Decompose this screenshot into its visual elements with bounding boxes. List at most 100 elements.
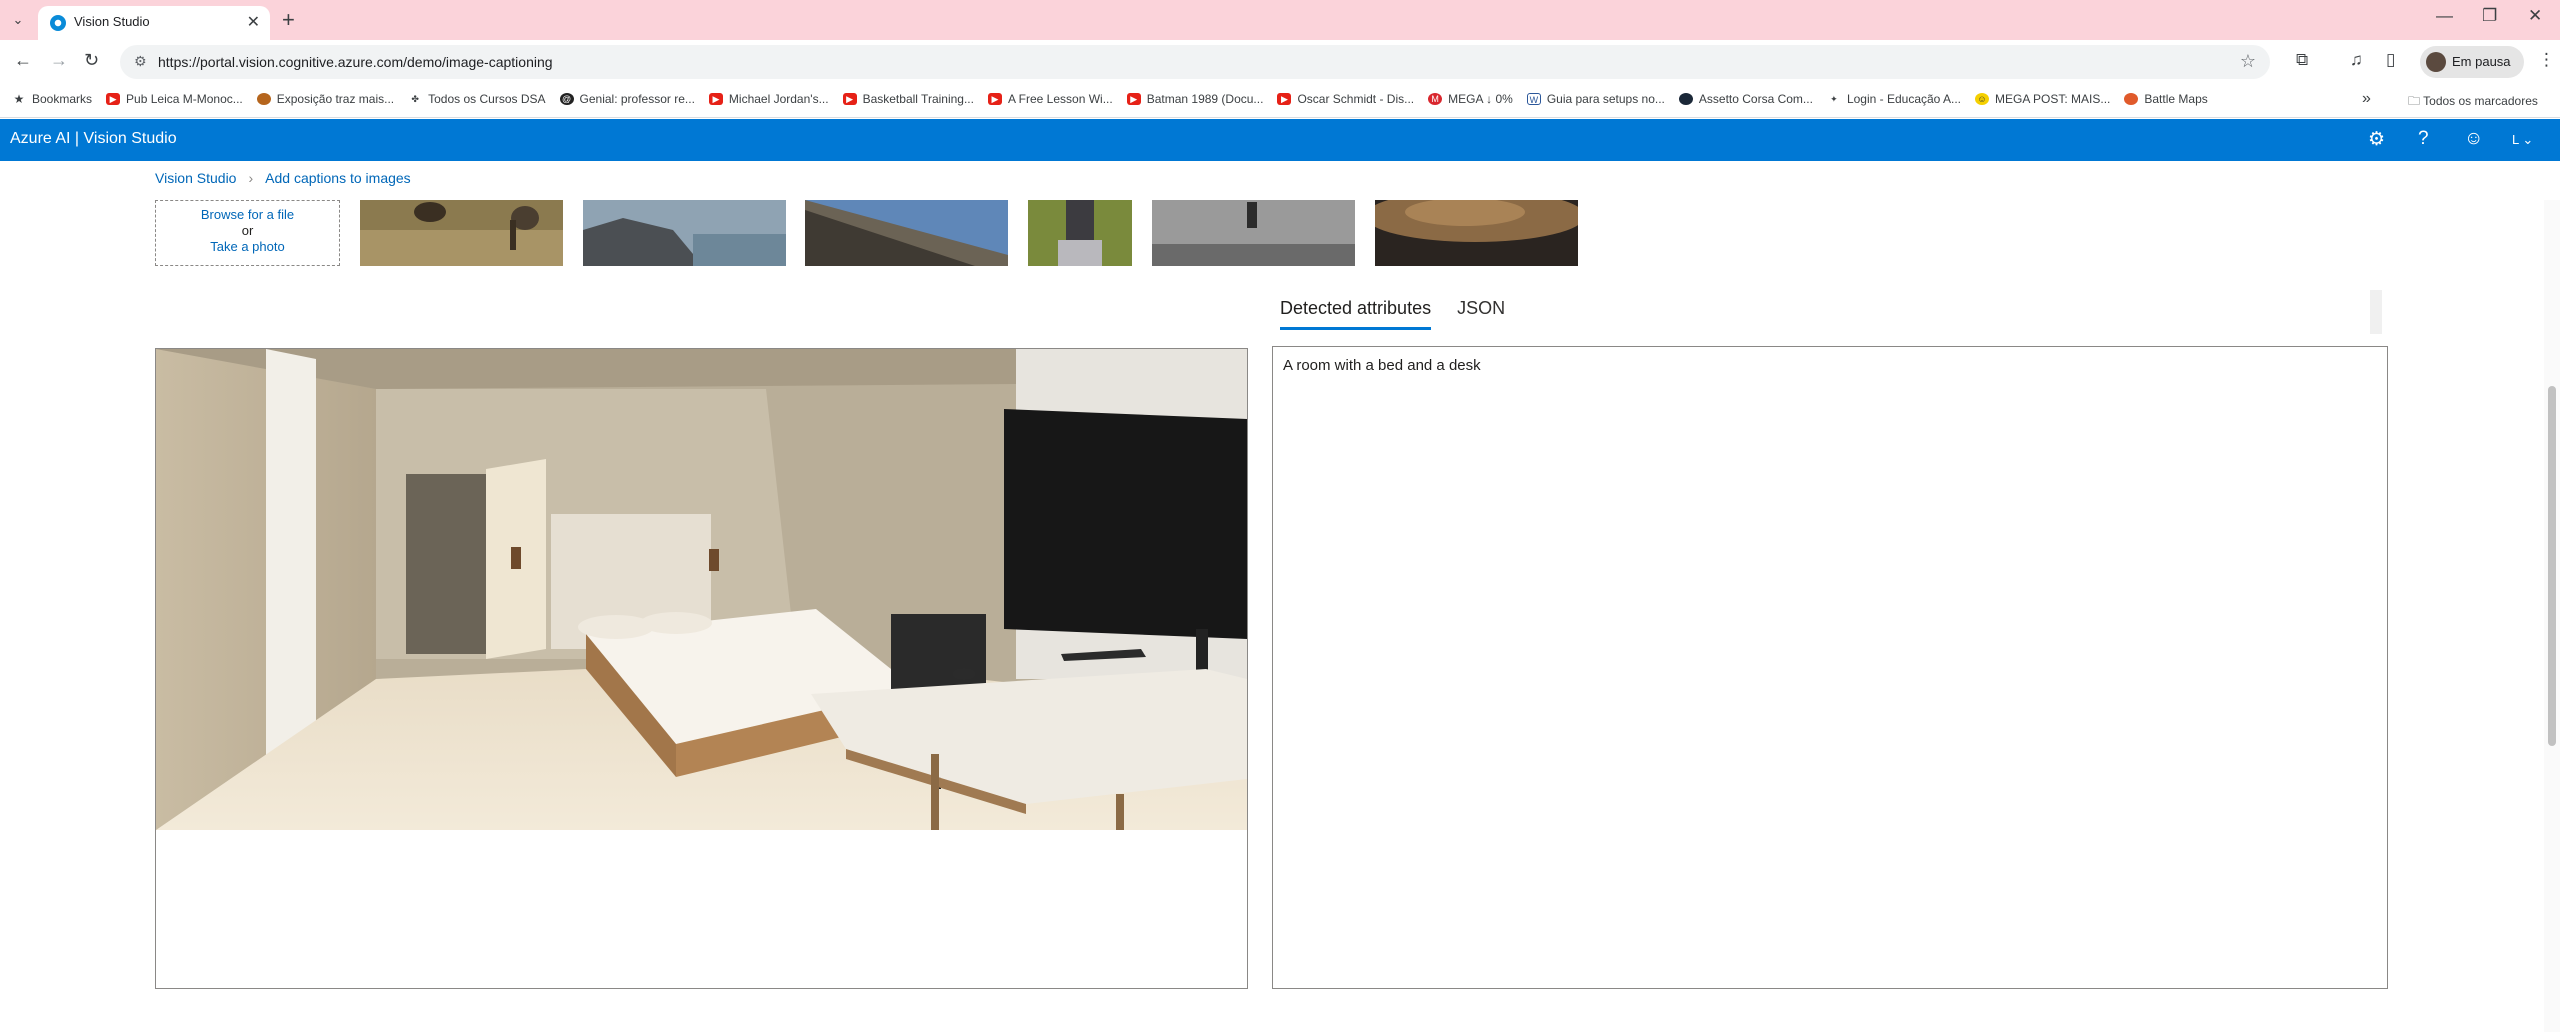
new-tab-icon[interactable]: + <box>282 7 295 33</box>
youtube-icon: ▶ <box>842 93 857 105</box>
caption-result: A room with a bed and a desk <box>1283 357 1481 374</box>
chevron-right-icon: › <box>248 170 254 186</box>
bookmark-list: ★ Bookmarks ▶ Pub Leica M-Monoc... Exposiç… <box>12 92 2208 106</box>
side-panel-icon[interactable]: ▯ <box>2386 50 2395 70</box>
bookmark-item[interactable]: ☺ MEGA POST: MAIS... <box>1975 92 2110 106</box>
tab-detected-attributes[interactable]: Detected attributes <box>1280 298 1432 330</box>
bookmark-item[interactable]: ▶ Pub Leica M-Monoc... <box>106 92 243 106</box>
chevron-down-icon: ⌄ <box>2522 132 2534 147</box>
breadcrumb-root[interactable]: Vision Studio <box>155 170 236 186</box>
youtube-icon: ▶ <box>708 93 723 105</box>
bookmarks-bar: ★ Bookmarks ▶ Pub Leica M-Monoc... Exposiç… <box>0 84 2560 118</box>
bookmark-label: Todos os Cursos DSA <box>428 92 546 106</box>
bookmark-item[interactable]: @ Genial: professor re... <box>559 92 695 106</box>
bookmark-label: Battle Maps <box>2144 92 2208 106</box>
avatar <box>2426 52 2446 72</box>
back-icon[interactable]: ← <box>14 50 32 71</box>
tab-title: Vision Studio <box>74 14 150 29</box>
user-menu[interactable]: L ⌄ <box>2512 132 2533 148</box>
bookmark-item[interactable]: ▶ Basketball Training... <box>842 92 974 106</box>
bookmark-label: Batman 1989 (Docu... <box>1146 92 1264 106</box>
tab-json[interactable]: JSON <box>1457 298 1505 330</box>
bookmark-label: Basketball Training... <box>862 92 974 106</box>
upload-dropzone[interactable]: Browse for a file or Take a photo <box>155 200 340 266</box>
bookmark-item[interactable]: ✤ Todos os Cursos DSA <box>408 92 545 106</box>
result-tabs: Detected attributes JSON <box>1280 298 1505 330</box>
mega-icon: M <box>1428 93 1443 105</box>
media-icon[interactable]: ♫ <box>2350 50 2363 70</box>
address-bar[interactable]: ⚙ https://portal.vision.cognitive.azure.… <box>120 45 2270 79</box>
browse-file-link[interactable]: Browse for a file <box>156 207 339 222</box>
sample-image-horses[interactable] <box>360 200 563 266</box>
bookmark-star-icon[interactable]: ☆ <box>2240 51 2256 72</box>
bookmark-item[interactable]: M MEGA ↓ 0% <box>1428 92 1513 106</box>
or-label: or <box>241 223 254 238</box>
bookmark-label: Login - Educação A... <box>1846 92 1962 106</box>
bookmark-label: Exposição traz mais... <box>276 92 395 106</box>
site-icon: @ <box>559 93 574 105</box>
login-icon: ✦ <box>1830 94 1838 104</box>
site-icon <box>256 93 271 105</box>
menu-icon[interactable]: ⋮ <box>2538 50 2555 70</box>
settings-gear-icon[interactable]: ⚙ <box>2368 128 2385 151</box>
more-bookmarks-icon[interactable]: » <box>2362 90 2371 108</box>
take-photo-link[interactable]: Take a photo <box>156 239 339 254</box>
close-window-icon[interactable]: ✕ <box>2528 6 2542 26</box>
youtube-icon: ▶ <box>987 93 1002 105</box>
tab-close-icon[interactable]: ✕ <box>247 12 260 32</box>
word-icon: W <box>1526 93 1541 105</box>
bookmark-label: MEGA ↓ 0% <box>1448 92 1513 106</box>
battle-maps-icon <box>2124 93 2139 105</box>
bookmark-label: Oscar Schmidt - Dis... <box>1297 92 1415 106</box>
bookmark-label: Michael Jordan's... <box>728 92 829 106</box>
uploaded-image-bedroom <box>156 349 1247 830</box>
bookmark-item[interactable]: ✦ Login - Educação A... <box>1827 92 1961 106</box>
help-icon[interactable]: ? <box>2418 128 2429 150</box>
forward-icon[interactable]: → <box>50 50 68 71</box>
bookmark-item[interactable]: ▶ Michael Jordan's... <box>708 92 829 106</box>
reload-icon[interactable]: ↻ <box>84 50 99 71</box>
bookmark-label: Assetto Corsa Com... <box>1698 92 1813 106</box>
bookmark-item[interactable]: ★ Bookmarks <box>12 92 92 106</box>
brand-title[interactable]: Azure AI | Vision Studio <box>10 130 177 148</box>
page-scrollbar[interactable] <box>2544 200 2560 1032</box>
bookmark-item[interactable]: Battle Maps <box>2124 92 2208 106</box>
star-icon: ★ <box>13 92 25 106</box>
azure-header: Azure AI | Vision Studio ⚙ ? ☺ L ⌄ <box>0 119 2560 161</box>
user-initial: L <box>2512 132 2519 147</box>
minimize-icon[interactable]: — <box>2436 6 2453 26</box>
bookmark-label: Bookmarks <box>32 92 93 106</box>
tabs-scrollbar[interactable] <box>2370 290 2382 334</box>
bookmark-label: A Free Lesson Wi... <box>1007 92 1113 106</box>
sample-image-cliff[interactable] <box>583 200 786 266</box>
all-bookmarks[interactable]: 🗀 Todos os marcadores <box>2408 92 2538 113</box>
bookmark-label: Genial: professor re... <box>579 92 695 106</box>
detected-attributes-panel: A room with a bed and a desk <box>1272 346 2388 989</box>
bookmark-item[interactable]: Exposição traz mais... <box>256 92 395 106</box>
youtube-icon: ▶ <box>1126 93 1141 105</box>
site-info-icon[interactable]: ⚙ <box>134 53 147 70</box>
breadcrumb-current[interactable]: Add captions to images <box>265 170 411 186</box>
browser-toolbar: ← → ↻ ⚙ https://portal.vision.cognitive.… <box>0 40 2560 84</box>
tab-search-icon[interactable]: ⌄ <box>6 8 30 32</box>
feedback-smiley-icon[interactable]: ☺ <box>2464 128 2483 150</box>
scrollbar-thumb[interactable] <box>2548 386 2556 746</box>
sample-image-skater[interactable] <box>1152 200 1355 266</box>
bookmark-item[interactable]: W Guia para setups no... <box>1526 92 1665 106</box>
dsa-icon: ✤ <box>411 94 419 104</box>
bookmark-item[interactable]: ▶ Batman 1989 (Docu... <box>1126 92 1264 106</box>
url-text[interactable]: https://portal.vision.cognitive.azure.co… <box>158 54 553 70</box>
bookmark-item[interactable]: Assetto Corsa Com... <box>1678 92 1813 106</box>
extensions-icon[interactable]: ⧉ <box>2296 50 2308 70</box>
browser-tab[interactable]: Vision Studio ✕ <box>38 6 270 40</box>
restore-icon[interactable]: ❐ <box>2482 6 2497 26</box>
sample-image-building[interactable] <box>805 200 1008 266</box>
profile-button[interactable]: Em pausa <box>2420 46 2524 78</box>
bookmark-label: MEGA POST: MAIS... <box>1995 92 2111 106</box>
sample-image-player[interactable] <box>1028 200 1132 266</box>
bookmark-item[interactable]: ▶ A Free Lesson Wi... <box>987 92 1113 106</box>
profile-label: Em pausa <box>2452 54 2511 69</box>
sample-image-food[interactable] <box>1375 200 1578 266</box>
breadcrumb: Vision Studio › Add captions to images <box>155 170 411 186</box>
bookmark-item[interactable]: ▶ Oscar Schmidt - Dis... <box>1277 92 1414 106</box>
